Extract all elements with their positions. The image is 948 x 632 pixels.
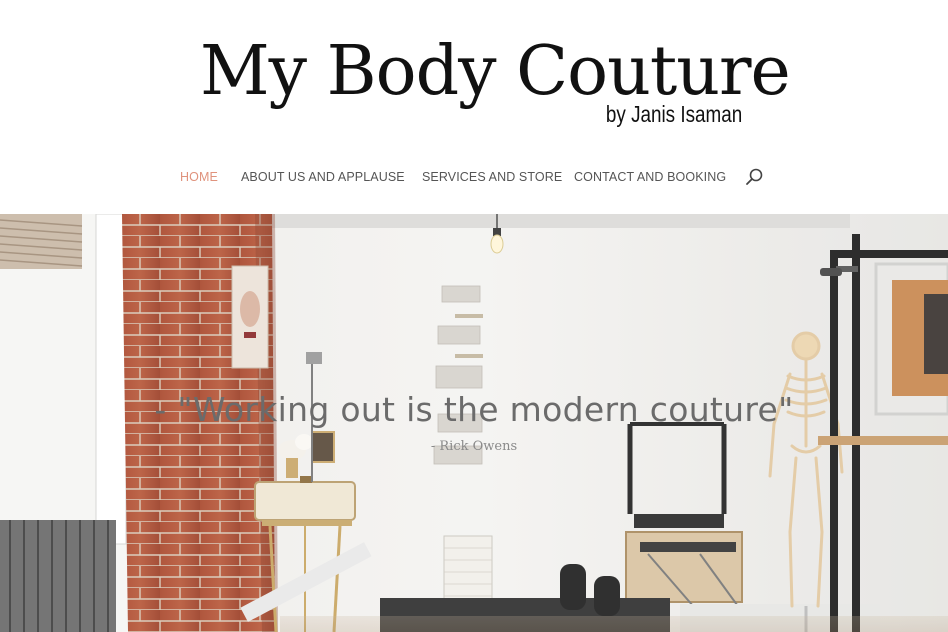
nav-item-about[interactable]: ABOUT US AND APPLAUSE <box>241 166 405 188</box>
search-button[interactable] <box>744 166 766 188</box>
hero-quote-author: - Rick Owens <box>430 439 518 454</box>
nav-item-services[interactable]: SERVICES AND STORE <box>422 166 562 188</box>
nav-item-home[interactable]: HOME <box>180 166 218 188</box>
site-logo[interactable]: My Body Couture by Janis Isaman <box>200 30 791 130</box>
hero-banner: - "Working out is the modern couture" - … <box>0 214 948 632</box>
main-nav: HOME ABOUT US AND APPLAUSE SERVICES AND … <box>0 166 948 188</box>
hero-quote: - "Working out is the modern couture" <box>154 390 794 429</box>
site-header: My Body Couture by Janis Isaman HOME ABO… <box>0 0 948 214</box>
nav-item-contact[interactable]: CONTACT AND BOOKING <box>574 166 726 188</box>
logo-subtitle: by Janis Isaman <box>605 101 742 127</box>
search-icon <box>746 168 763 185</box>
